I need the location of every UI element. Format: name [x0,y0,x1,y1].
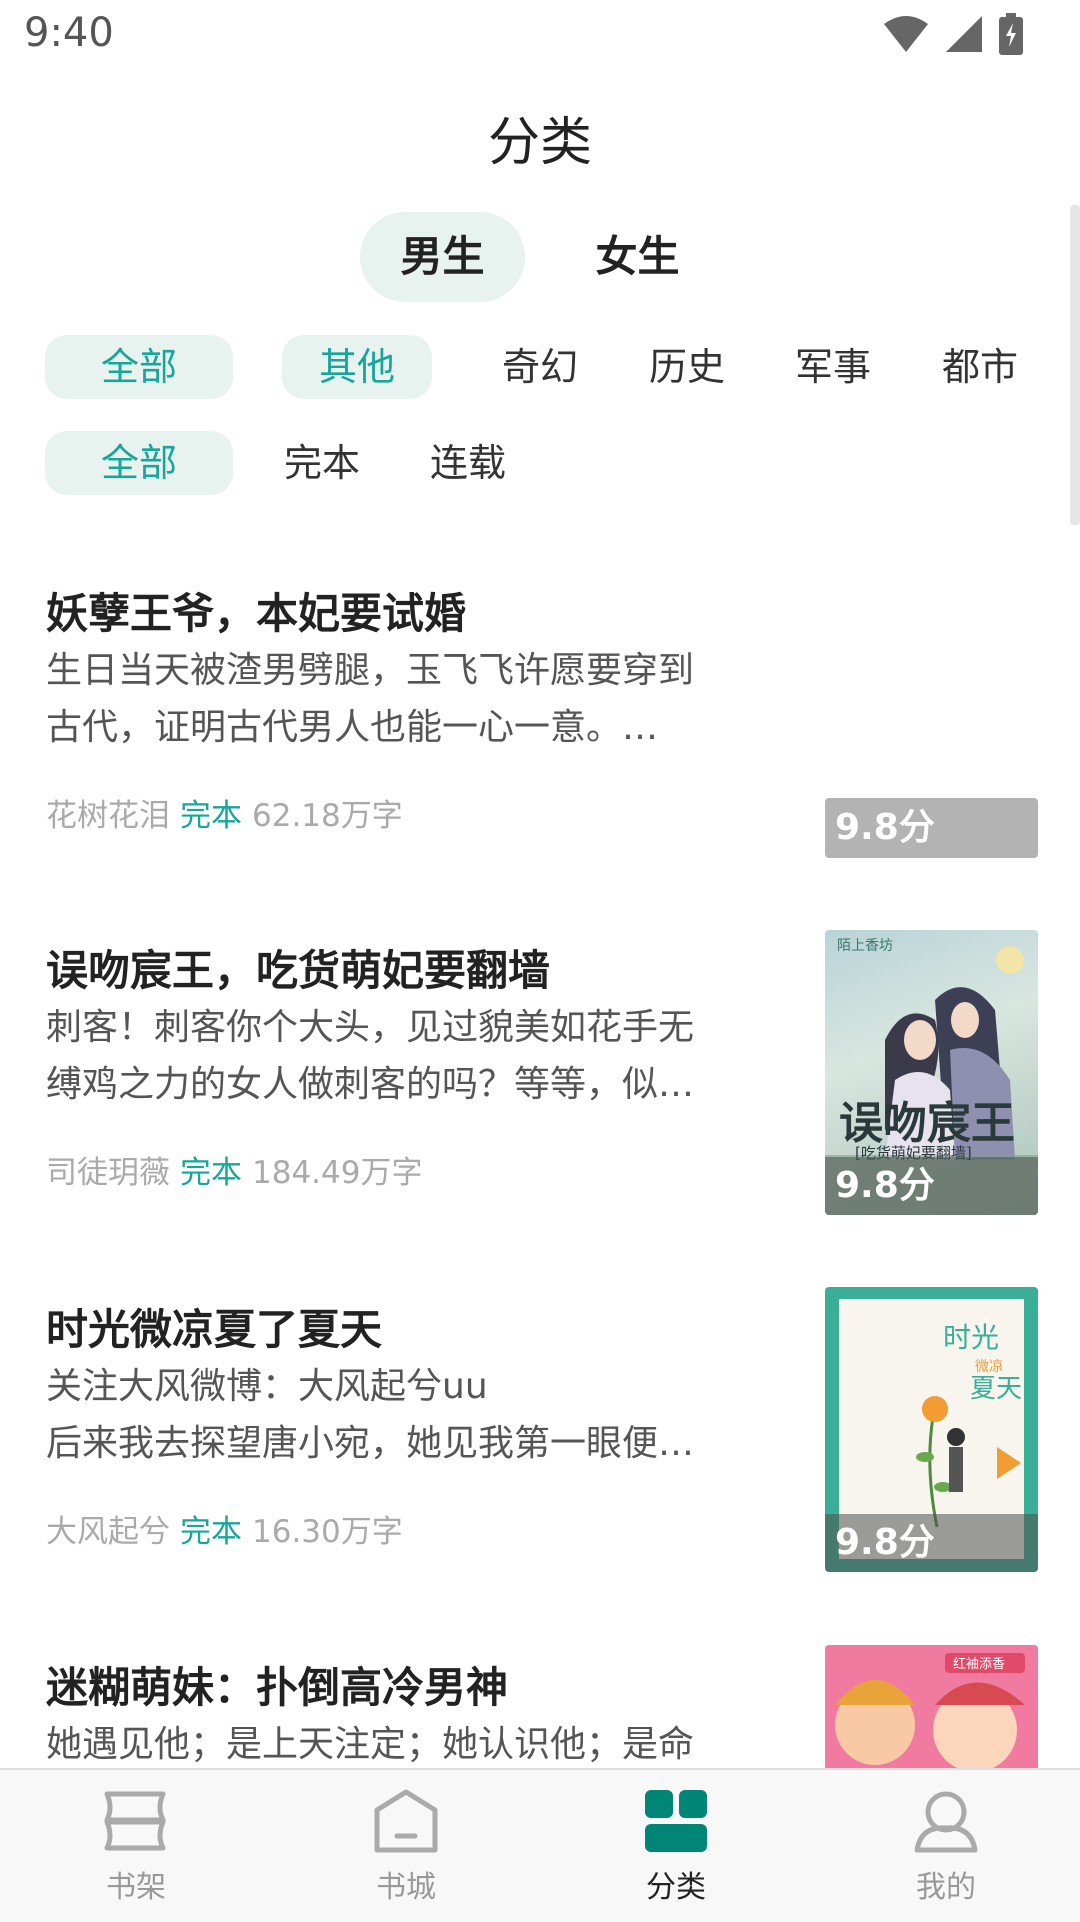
book-cover[interactable]: 红袖添香 [825,1645,1038,1768]
category-grid-icon [645,1790,707,1852]
book-title: 误吻宸王，吃货萌妃要翻墙 [46,946,551,995]
category-chip-military[interactable]: 军事 [783,335,883,399]
book-meta: 花树花泪 完本 62.18万字 [46,790,403,835]
tab-label: 我的 [916,1870,976,1905]
tab-bookstore[interactable]: 书城 [306,1788,506,1906]
cover-title: 时光 [943,1321,999,1354]
bookshelf-icon [104,1791,166,1851]
book-status: 完本 [180,1514,242,1550]
book-description-line: 生日当天被渣男劈腿，玉飞飞许愿要穿到 [46,650,695,691]
book-score: 9.8分 [825,1157,1038,1215]
cover-publisher: 红袖添香 [953,1656,1005,1672]
book-description: 刺客！刺客你个大头，见过貌美如花手无 缚鸡之力的女人做刺客的吗？等等，似… [46,999,756,1113]
book-description-line: 古代，证明古代男人也能一心一意。… [46,707,659,748]
bottom-tab-bar: 书架 书城 分类 我的 [0,1768,1080,1922]
signal-icon [946,16,982,52]
cover-publisher: 陌上香坊 [837,938,893,954]
category-chip-all[interactable]: 全部 [45,335,233,399]
book-title: 时光微凉夏了夏天 [46,1305,383,1354]
book-description-line: 她遇见他；是上天注定；她认识他；是命 [46,1724,695,1765]
battery-icon [999,13,1023,55]
book-title: 迷糊萌妹：扑倒高冷男神 [46,1663,509,1712]
status-chip-complete[interactable]: 完本 [272,431,372,495]
book-meta: 司徒玥薇 完本 184.49万字 [46,1147,422,1192]
book-status: 完本 [180,1155,242,1191]
book-status: 完本 [180,798,242,834]
wifi-icon [884,16,928,52]
gender-tabs: 男生 女生 [0,212,1080,302]
book-cover[interactable]: 时光 微凉 夏天 9.8分 [825,1287,1038,1572]
page-title: 分类 [487,113,592,173]
cover-illustration: 红袖添香 [825,1645,1038,1768]
book-description-line: 关注大风微博：大风起兮uu [46,1366,488,1407]
status-filter-row: 全部 完本 连载 [0,431,1080,495]
book-author: 花树花泪 [46,798,170,834]
category-chip-fantasy[interactable]: 奇幻 [490,335,590,399]
book-meta: 大风起兮 完本 16.30万字 [46,1506,403,1551]
tab-female[interactable]: 女生 [560,212,715,302]
cover-title: 微凉 [975,1359,1003,1375]
book-author: 司徒玥薇 [46,1155,170,1191]
book-word-count: 62.18万字 [252,798,403,834]
status-bar: 9:40 [0,0,1080,72]
profile-icon [914,1791,978,1853]
book-author: 大风起兮 [46,1514,170,1550]
book-word-count: 184.49万字 [252,1155,423,1191]
tab-male[interactable]: 男生 [360,212,525,302]
bookstore-icon [374,1789,438,1853]
book-description-line: 刺客！刺客你个大头，见过貌美如花手无 [46,1007,695,1048]
book-cover[interactable]: 陌上香坊 误吻宸王 [吃货萌妃要翻墙] 9.8分 [825,930,1038,1215]
tab-bookshelf[interactable]: 书架 [36,1788,236,1906]
category-chip-history[interactable]: 历史 [637,335,737,399]
book-word-count: 16.30万字 [252,1514,403,1550]
tab-label: 分类 [646,1870,706,1905]
category-filter-row: 全部 其他 奇幻 历史 军事 都市 [0,335,1080,399]
book-description-line: 缚鸡之力的女人做刺客的吗？等等，似… [46,1064,695,1105]
book-description: 生日当天被渣男劈腿，玉飞飞许愿要穿到 古代，证明古代男人也能一心一意。… [46,642,756,756]
book-score: 9.8分 [825,1514,1038,1572]
book-score: 9.8分 [825,798,1038,858]
tab-label: 书架 [106,1870,166,1905]
book-description: 她遇见他；是上天注定；她认识他；是命 [46,1716,756,1768]
tab-profile[interactable]: 我的 [846,1788,1046,1906]
book-description-line: 后来我去探望唐小宛，她见我第一眼便… [46,1423,695,1464]
tab-category[interactable]: 分类 [576,1788,776,1906]
status-chip-serial[interactable]: 连载 [418,431,518,495]
status-chip-all[interactable]: 全部 [45,431,233,495]
book-description: 关注大风微博：大风起兮uu 后来我去探望唐小宛，她见我第一眼便… [46,1358,756,1472]
category-chip-urban[interactable]: 都市 [930,335,1030,399]
status-time: 9:40 [24,10,114,56]
cover-title: 夏天 [970,1374,1022,1404]
category-chip-other[interactable]: 其他 [282,335,432,399]
cover-title: 误吻宸王 [839,1098,1015,1149]
book-title: 妖孽王爷，本妃要试婚 [46,589,467,638]
tab-label: 书城 [376,1870,436,1905]
